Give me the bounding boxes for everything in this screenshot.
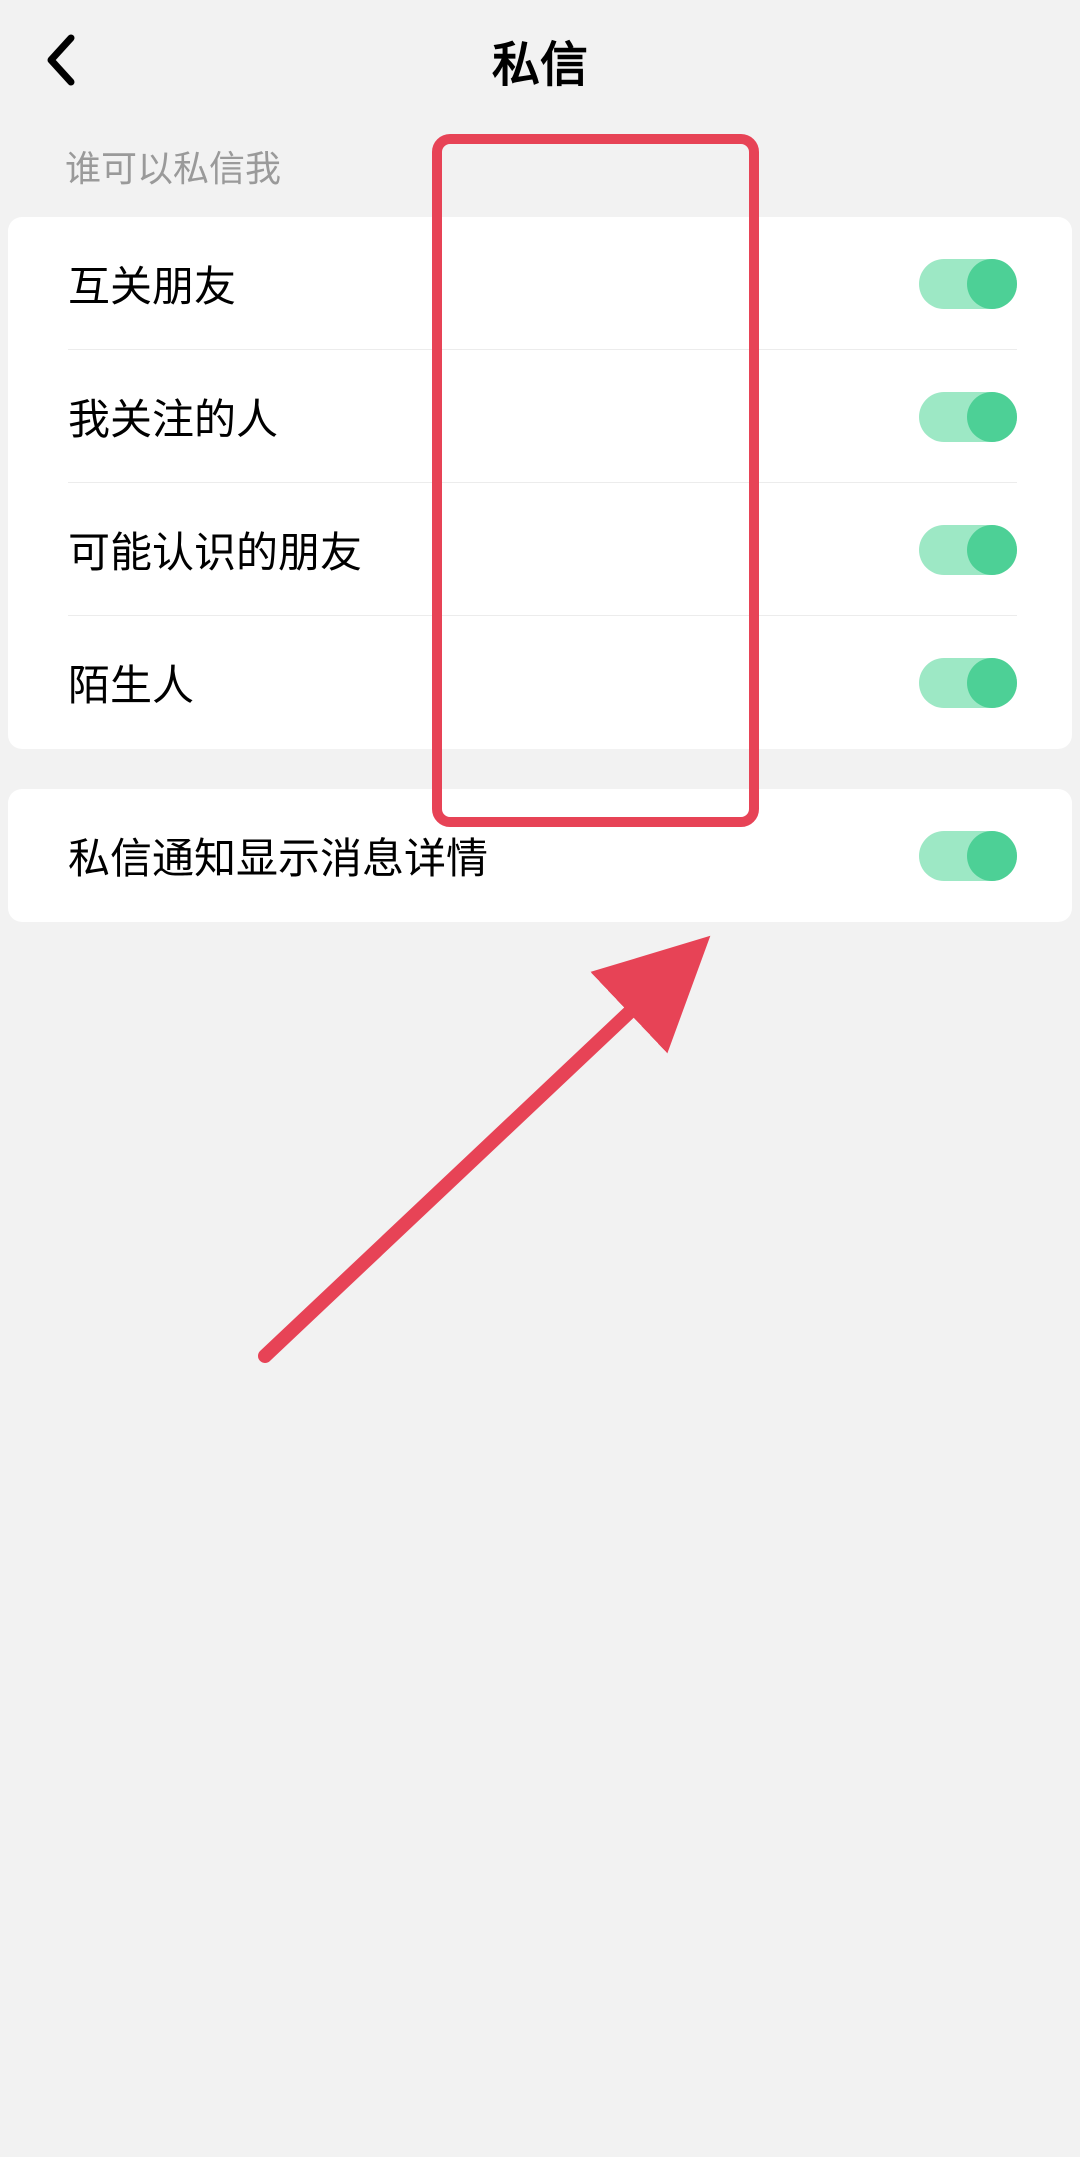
row-following: 我关注的人 bbox=[8, 350, 1072, 483]
spacer bbox=[0, 749, 1080, 789]
row-label: 互关朋友 bbox=[68, 253, 236, 314]
chevron-left-icon bbox=[45, 34, 75, 86]
toggle-mutual-friends[interactable] bbox=[919, 259, 1017, 309]
row-may-know: 可能认识的朋友 bbox=[8, 483, 1072, 616]
page-title: 私信 bbox=[0, 25, 1080, 95]
row-label: 陌生人 bbox=[68, 652, 194, 713]
header: 私信 bbox=[0, 0, 1080, 120]
card-who-can-dm: 互关朋友 我关注的人 可能认识的朋友 陌生人 bbox=[8, 217, 1072, 749]
card-notification-detail: 私信通知显示消息详情 bbox=[8, 789, 1072, 922]
toggle-following[interactable] bbox=[919, 392, 1017, 442]
row-label: 私信通知显示消息详情 bbox=[68, 825, 488, 886]
row-strangers: 陌生人 bbox=[8, 616, 1072, 749]
toggle-strangers[interactable] bbox=[919, 658, 1017, 708]
row-label: 可能认识的朋友 bbox=[68, 519, 362, 580]
row-label: 我关注的人 bbox=[68, 386, 278, 447]
back-button[interactable] bbox=[30, 30, 90, 90]
toggle-may-know[interactable] bbox=[919, 525, 1017, 575]
section-label-who-can-dm: 谁可以私信我 bbox=[0, 120, 1080, 217]
row-show-message-detail: 私信通知显示消息详情 bbox=[8, 789, 1072, 922]
row-mutual-friends: 互关朋友 bbox=[8, 217, 1072, 350]
toggle-show-message-detail[interactable] bbox=[919, 831, 1017, 881]
